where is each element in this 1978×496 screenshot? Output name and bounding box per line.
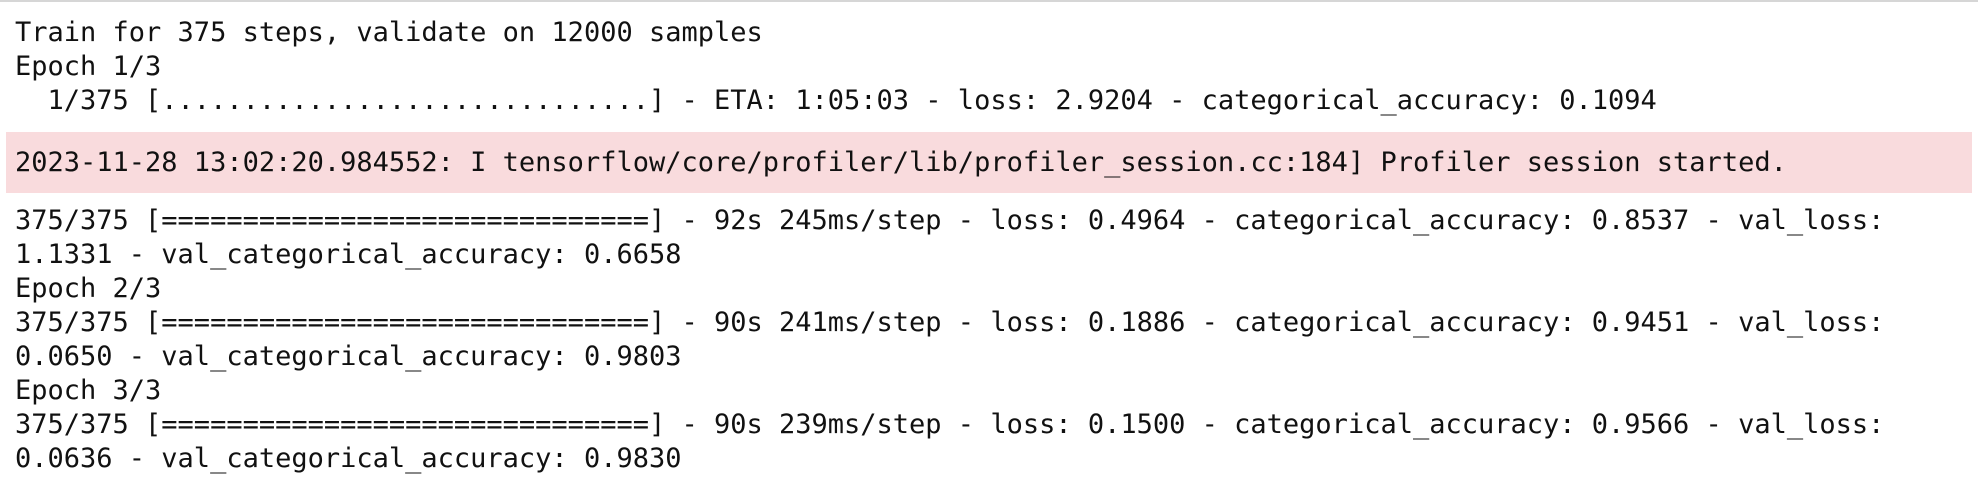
output-line-epoch-2: Epoch 2/3 [15, 273, 162, 304]
output-line-epoch-3: Epoch 3/3 [15, 375, 162, 406]
output-line-epoch-1-result: 375/375 [==============================]… [15, 205, 1885, 236]
notebook-output-cell: Train for 375 steps, validate on 12000 s… [0, 0, 1978, 496]
stderr-line-profiler-session: 2023-11-28 13:02:20.984552: I tensorflow… [15, 146, 1787, 178]
output-line-epoch-3-result: 375/375 [==============================]… [15, 409, 1885, 440]
output-line-epoch-1: Epoch 1/3 [15, 51, 162, 82]
output-line-epoch-3-result-cont: 0.0636 - val_categorical_accuracy: 0.983… [15, 443, 682, 474]
output-line-epoch-1-result-cont: 1.1331 - val_categorical_accuracy: 0.665… [15, 239, 682, 270]
output-line-progress-1-of-375: 1/375 [..............................] -… [15, 85, 1657, 116]
output-line-train-summary: Train for 375 steps, validate on 12000 s… [15, 17, 763, 48]
stderr-block: 2023-11-28 13:02:20.984552: I tensorflow… [6, 132, 1972, 193]
output-line-epoch-2-result: 375/375 [==============================]… [15, 307, 1885, 338]
stdout-block-after: 375/375 [==============================]… [0, 193, 1978, 476]
stdout-block-before: Train for 375 steps, validate on 12000 s… [0, 2, 1978, 118]
output-line-epoch-2-result-cont: 0.0650 - val_categorical_accuracy: 0.980… [15, 341, 682, 372]
